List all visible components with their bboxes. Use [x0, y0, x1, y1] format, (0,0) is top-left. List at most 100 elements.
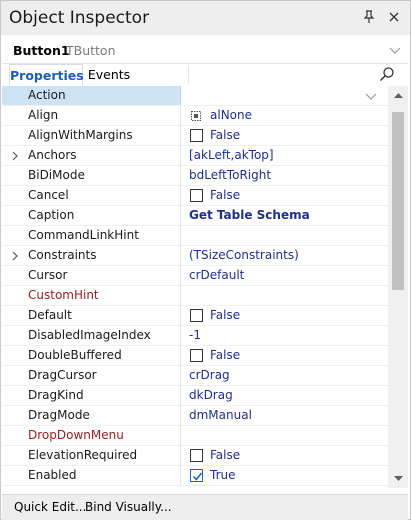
- quick-edit-link[interactable]: Quick Edit...: [14, 500, 86, 514]
- property-value[interactable]: -1: [189, 328, 201, 342]
- property-row-doublebuffered[interactable]: DoubleBuffered False: [2, 346, 388, 366]
- property-row-dropdownmenu[interactable]: DropDownMenu: [2, 426, 388, 446]
- pin-icon[interactable]: [360, 7, 378, 27]
- align-icon: [191, 111, 201, 121]
- property-name: CommandLinkHint: [28, 228, 139, 242]
- column-divider: [180, 106, 181, 126]
- column-divider: [180, 446, 181, 466]
- property-row-bidimode[interactable]: BiDiMode bdLeftToRight: [2, 166, 388, 186]
- property-value: False: [210, 348, 241, 362]
- bind-visually-link[interactable]: Bind Visually...: [85, 500, 172, 514]
- scroll-down-icon[interactable]: [388, 470, 408, 488]
- property-name: DragCursor: [28, 368, 97, 382]
- property-value[interactable]: [akLeft,akTop]: [189, 148, 274, 162]
- property-row-default[interactable]: Default False: [2, 306, 388, 326]
- column-divider: [180, 426, 181, 446]
- scroll-up-icon[interactable]: [388, 86, 408, 104]
- property-name: DragMode: [28, 408, 90, 422]
- row-divider: [2, 485, 388, 486]
- column-divider: [180, 386, 181, 406]
- property-name: DragKind: [28, 388, 84, 402]
- property-row-alignwithmargins[interactable]: AlignWithMargins False: [2, 126, 388, 146]
- property-name: AlignWithMargins: [28, 128, 133, 142]
- property-name: Action: [28, 88, 66, 102]
- column-divider: [180, 306, 181, 326]
- property-row-elevationrequired[interactable]: ElevationRequired False: [2, 446, 388, 466]
- property-row-dragcursor[interactable]: DragCursor crDrag: [2, 366, 388, 386]
- column-divider: [180, 346, 181, 366]
- property-row-constraints[interactable]: Constraints (TSizeConstraints): [2, 246, 388, 266]
- property-name: Enabled: [28, 468, 77, 482]
- chevron-down-icon[interactable]: [364, 91, 378, 101]
- column-divider: [180, 466, 181, 486]
- checkbox[interactable]: [190, 449, 203, 462]
- column-divider: [180, 166, 181, 186]
- property-name: Anchors: [28, 148, 77, 162]
- property-name: Default: [28, 308, 72, 322]
- search-icon[interactable]: [379, 66, 395, 82]
- column-divider: [180, 146, 181, 166]
- property-value[interactable]: dmManual: [189, 408, 252, 422]
- property-row-dragmode[interactable]: DragMode dmManual: [2, 406, 388, 426]
- component-selector[interactable]: Button1 TButton: [2, 39, 408, 64]
- property-value[interactable]: Get Table Schema: [189, 208, 310, 222]
- property-value: False: [210, 448, 241, 462]
- tab-properties[interactable]: Properties: [9, 64, 84, 87]
- column-divider: [180, 366, 181, 386]
- checkbox[interactable]: [190, 189, 203, 202]
- close-icon[interactable]: [385, 7, 403, 27]
- property-name: Cursor: [28, 268, 68, 282]
- tab-events[interactable]: Events: [86, 64, 132, 85]
- checkbox[interactable]: [190, 129, 203, 142]
- checkbox[interactable]: [190, 309, 203, 322]
- property-value[interactable]: (TSizeConstraints): [189, 248, 299, 262]
- scrollbar-thumb[interactable]: [392, 112, 404, 290]
- column-divider: [180, 126, 181, 146]
- property-name: Caption: [28, 208, 75, 222]
- checkbox[interactable]: [190, 349, 203, 362]
- property-row-enabled[interactable]: Enabled True: [2, 466, 388, 486]
- property-row-disabledimageindex[interactable]: DisabledImageIndex -1: [2, 326, 388, 346]
- property-row-caption[interactable]: Caption Get Table Schema: [2, 206, 388, 226]
- property-value[interactable]: crDefault: [189, 268, 244, 282]
- property-value: True: [210, 468, 236, 482]
- chevron-right-icon[interactable]: [11, 151, 19, 161]
- chevron-down-icon[interactable]: [388, 44, 402, 56]
- inspector-tabs: Properties Events: [2, 64, 408, 87]
- chevron-right-icon[interactable]: [11, 251, 19, 261]
- property-row-dragkind[interactable]: DragKind dkDrag: [2, 386, 388, 406]
- component-class: TButton: [66, 43, 116, 58]
- property-name: DropDownMenu: [28, 428, 124, 442]
- window-title: Object Inspector: [9, 8, 150, 28]
- component-name: Button1: [13, 43, 70, 58]
- property-value[interactable]: bdLeftToRight: [189, 168, 271, 182]
- column-divider: [180, 266, 181, 286]
- property-row-align[interactable]: Align alNone: [2, 106, 388, 126]
- property-search-field[interactable]: [188, 65, 381, 84]
- property-row-cursor[interactable]: Cursor crDefault: [2, 266, 388, 286]
- property-name: CustomHint: [28, 288, 99, 302]
- column-divider: [180, 186, 181, 206]
- property-value[interactable]: dkDrag: [189, 388, 233, 402]
- property-value[interactable]: crDrag: [189, 368, 230, 382]
- property-row-anchors[interactable]: Anchors [akLeft,akTop]: [2, 146, 388, 166]
- column-divider: [180, 86, 181, 106]
- column-divider: [180, 206, 181, 226]
- property-value-cell[interactable]: [181, 86, 388, 106]
- column-divider: [180, 246, 181, 266]
- property-row-commandlinkhint[interactable]: CommandLinkHint: [2, 226, 388, 246]
- column-divider: [180, 226, 181, 246]
- property-row-customhint[interactable]: CustomHint: [2, 286, 388, 306]
- property-value: False: [210, 128, 241, 142]
- title-bar: Object Inspector: [1, 1, 410, 35]
- property-name: Constraints: [28, 248, 97, 262]
- object-inspector-window: Object Inspector Button1 TButton Propert…: [0, 0, 411, 520]
- property-value: alNone: [210, 108, 252, 122]
- vertical-scrollbar[interactable]: [388, 86, 408, 488]
- property-row-action[interactable]: Action: [2, 86, 388, 106]
- column-divider: [180, 406, 181, 426]
- checkbox[interactable]: [190, 469, 203, 482]
- property-row-cancel[interactable]: Cancel False: [2, 186, 388, 206]
- property-name: BiDiMode: [28, 168, 85, 182]
- property-name: DisabledImageIndex: [28, 328, 151, 342]
